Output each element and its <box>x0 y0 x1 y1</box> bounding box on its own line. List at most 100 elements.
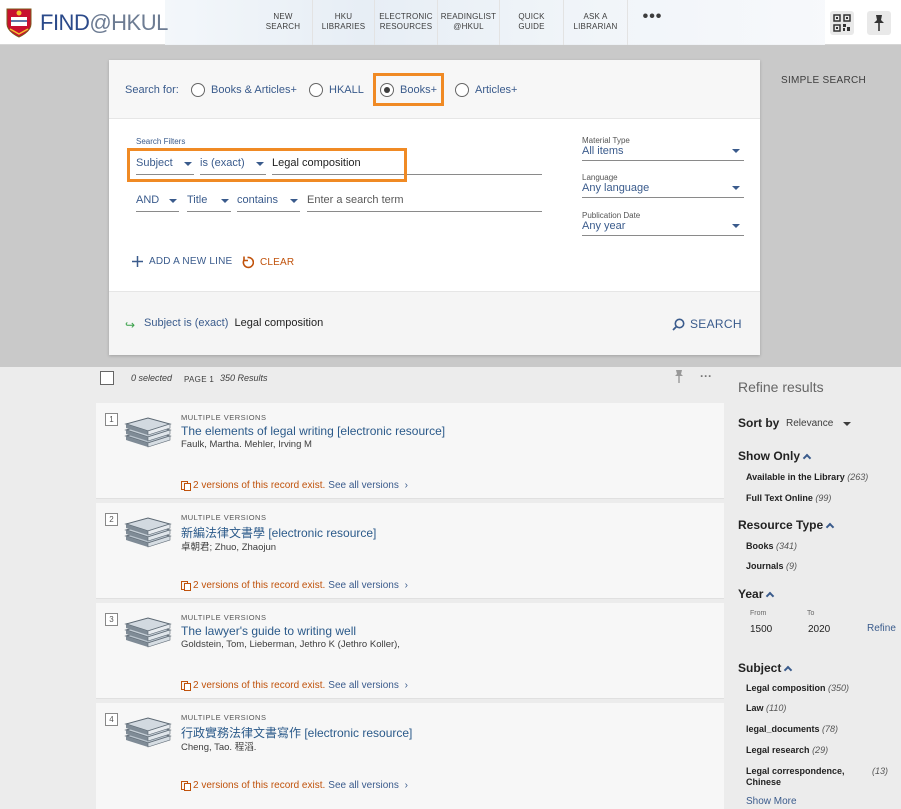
caret-down-icon <box>221 199 229 203</box>
facet-year[interactable]: Year <box>738 587 775 601</box>
year-from-input[interactable]: 1500 <box>750 624 772 635</box>
advanced-search-panel: Search for: Books & Articles+ HKALL Book… <box>109 60 760 355</box>
more-options-icon[interactable]: ··· <box>700 369 712 383</box>
scope-articles-plus[interactable]: Articles+ <box>455 82 518 98</box>
qr-code-icon[interactable] <box>830 11 854 35</box>
record-type: MULTIPLE VERSIONS <box>181 613 267 622</box>
chevron-right-icon: › <box>401 580 408 591</box>
logo-text[interactable]: FIND@HKUL <box>40 10 168 36</box>
multiple-versions-icon <box>124 417 172 448</box>
versions-note: 2 versions of this record exist. See all… <box>181 780 408 791</box>
result-title-link[interactable]: The lawyer's guide to writing well <box>181 624 356 638</box>
versions-note: 2 versions of this record exist. See all… <box>181 480 408 491</box>
search-button[interactable]: SEARCH <box>672 317 742 331</box>
facet-option[interactable]: Books (341) <box>746 541 797 551</box>
nav-more-button[interactable]: ••• <box>627 0 677 45</box>
facet-option[interactable]: Legal research (29) <box>746 745 828 755</box>
show-more-link[interactable]: Show More <box>746 796 797 807</box>
chevron-up-icon <box>825 522 835 531</box>
facet-option[interactable]: Journals (9) <box>746 561 797 571</box>
facet-option[interactable]: legal_documents (78) <box>746 724 838 734</box>
hku-crest-icon[interactable] <box>6 8 32 38</box>
pin-icon[interactable] <box>674 370 684 384</box>
sort-select[interactable]: Relevance <box>786 418 833 429</box>
nav-hku-libraries[interactable]: HKU LIBRARIES <box>312 0 374 45</box>
year-from-label: From <box>750 610 767 617</box>
search-term-input-2[interactable]: Enter a search term <box>307 194 542 212</box>
publication-date-select[interactable]: Any year <box>582 220 744 236</box>
caret-down-icon <box>732 149 740 153</box>
facet-option-count: (13) <box>872 766 889 776</box>
nav-new-search[interactable]: NEW SEARCH <box>254 0 312 45</box>
page-indicator: PAGE 1 <box>184 375 215 384</box>
facet-option[interactable]: Full Text Online (99) <box>746 493 831 503</box>
radio-icon <box>455 83 469 97</box>
clear-button[interactable]: CLEAR <box>241 256 294 269</box>
result-author: Faulk, Martha. Mehler, Irving M <box>181 439 312 450</box>
scope-hkall[interactable]: HKALL <box>309 82 364 98</box>
language-select[interactable]: Any language <box>582 182 744 198</box>
add-new-line-button[interactable]: ADD A NEW LINE <box>132 256 232 267</box>
result-item[interactable]: 4 MULTIPLE VERSIONS 行政實務法律文書寫作 [electron… <box>96 703 724 809</box>
facet-option[interactable]: Available in the Library (263) <box>746 472 868 482</box>
facet-option[interactable]: Legal correspondence, Chinese <box>746 766 845 788</box>
result-item[interactable]: 1 MULTIPLE VERSIONS The elements of lega… <box>96 403 724 499</box>
nav-quick-guide[interactable]: QUICK GUIDE <box>499 0 563 45</box>
nav-electronic-resources[interactable]: ELECTRONIC RESOURCES <box>374 0 437 45</box>
nav-readinglist[interactable]: READINGLIST @HKUL <box>437 0 499 45</box>
caret-down-icon[interactable] <box>843 422 851 426</box>
see-all-versions-link[interactable]: See all versions <box>328 780 399 791</box>
result-item[interactable]: 2 MULTIPLE VERSIONS 新編法律文書學 [electronic … <box>96 503 724 599</box>
facet-subject[interactable]: Subject <box>738 661 793 675</box>
result-title-link[interactable]: The elements of legal writing [electroni… <box>181 424 445 438</box>
facet-option[interactable]: Law (110) <box>746 703 786 713</box>
see-all-versions-link[interactable]: See all versions <box>328 480 399 491</box>
field-select-2[interactable]: Title <box>187 194 231 212</box>
arrow-right-icon: ↪ <box>125 318 136 332</box>
operator-select-2[interactable]: contains <box>237 194 300 212</box>
boolean-select-2[interactable]: AND <box>136 194 179 212</box>
versions-note: 2 versions of this record exist. See all… <box>181 580 408 591</box>
see-all-versions-link[interactable]: See all versions <box>328 680 399 691</box>
versions-icon <box>181 780 191 791</box>
publication-date-label: Publication Date <box>582 211 641 220</box>
chevron-right-icon: › <box>401 480 408 491</box>
versions-icon <box>181 680 191 691</box>
record-type: MULTIPLE VERSIONS <box>181 413 267 422</box>
versions-note: 2 versions of this record exist. See all… <box>181 680 408 691</box>
result-number: 2 <box>105 513 118 526</box>
facet-resource-type[interactable]: Resource Type <box>738 518 835 532</box>
result-number: 1 <box>105 413 118 426</box>
radio-icon <box>309 83 323 97</box>
search-for-label: Search for: <box>125 84 179 96</box>
facet-show-only[interactable]: Show Only <box>738 449 812 463</box>
result-author: Goldstein, Tom, Lieberman, Jethro K (Jet… <box>181 639 400 650</box>
refine-sidebar: Refine results Sort by Relevance Show On… <box>731 367 901 809</box>
language-label: Language <box>582 173 618 182</box>
pin-icon[interactable] <box>867 11 891 35</box>
results-count: 350 Results <box>220 373 268 383</box>
chevron-up-icon <box>802 453 812 462</box>
chevron-up-icon <box>784 665 793 674</box>
multiple-versions-icon <box>124 517 172 548</box>
radio-icon <box>191 83 205 97</box>
select-all-checkbox[interactable] <box>100 371 114 385</box>
simple-search-link[interactable]: SIMPLE SEARCH <box>781 75 866 86</box>
scope-books-articles[interactable]: Books & Articles+ <box>191 82 297 98</box>
result-item[interactable]: 3 MULTIPLE VERSIONS The lawyer's guide t… <box>96 603 724 699</box>
scope-row: Search for: Books & Articles+ HKALL Book… <box>109 60 760 119</box>
result-author: 卓朝君; Zhuo, Zhaojun <box>181 542 277 553</box>
material-type-select[interactable]: All items <box>582 145 744 161</box>
versions-icon <box>181 580 191 591</box>
main-nav: NEW SEARCH HKU LIBRARIES ELECTRONIC RESOURC… <box>254 0 677 45</box>
highlight-box-filter <box>127 148 407 182</box>
facet-option[interactable]: Legal composition (350) <box>746 683 849 693</box>
caret-down-icon <box>290 199 298 203</box>
nav-ask-a-librarian[interactable]: ASK A LIBRARIAN <box>563 0 627 45</box>
see-all-versions-link[interactable]: See all versions <box>328 580 399 591</box>
results-toolbar: 0 selected PAGE 1 350 Results ··· <box>96 367 724 399</box>
multiple-versions-icon <box>124 717 172 748</box>
year-to-input[interactable]: 2020 <box>808 624 830 635</box>
refine-year-button[interactable]: Refine <box>867 623 896 634</box>
material-type-label: Material Type <box>582 136 630 145</box>
